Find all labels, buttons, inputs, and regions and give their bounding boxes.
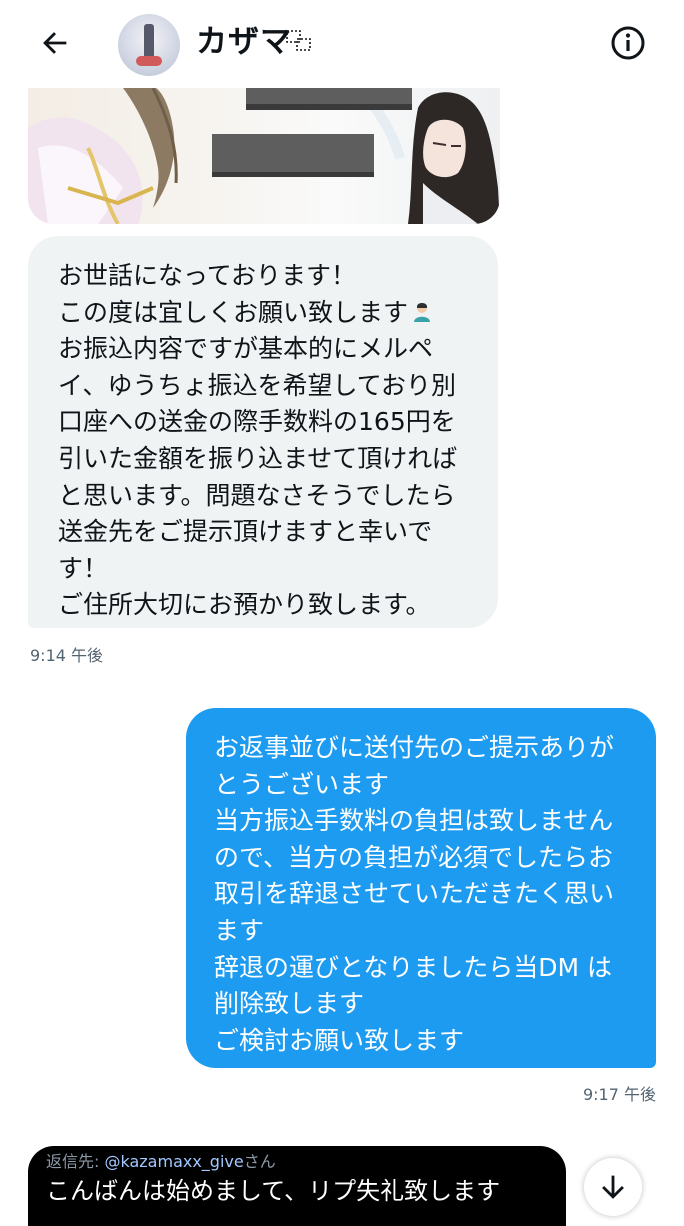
message-line: お世話になっております！ bbox=[58, 261, 357, 290]
outgoing-timestamp: 9:17 午後 bbox=[582, 1085, 656, 1104]
scroll-to-bottom-button[interactable] bbox=[584, 1158, 642, 1216]
incoming-message-text: お世話になっております！ この度は宜しくお願い致します お振込内容ですが基本的に… bbox=[58, 258, 476, 624]
conversation-header: カザマ bbox=[0, 0, 684, 88]
message-line: 口座への送金の際手数料の165円を bbox=[58, 407, 456, 437]
page-title[interactable]: カザマ bbox=[196, 22, 292, 62]
avatar-accent bbox=[136, 56, 162, 66]
message-line: とうございます bbox=[214, 769, 390, 799]
outgoing-message-bubble[interactable]: お返事並びに送付先のご提示ありが とうございます 当方振込手数料の負担は致しませ… bbox=[186, 708, 656, 1068]
message-line: イ、ゆうちょ振込を希望しており別 bbox=[58, 370, 457, 400]
reply-preview-text: こんばんは始めまして、リプ失礼致します bbox=[46, 1177, 501, 1205]
message-line: お返事並びに送付先のご提示ありが bbox=[214, 733, 615, 762]
message-line: 送金先をご提示頂けますと幸いで bbox=[58, 517, 433, 547]
arrow-left-icon bbox=[43, 32, 67, 54]
avatar[interactable] bbox=[118, 14, 180, 76]
reply-preview-card[interactable]: 返信先: @kazamaxx_giveさん こんばんは始めまして、リプ失礼致しま… bbox=[28, 1146, 566, 1226]
message-line: ご検討お願い致します bbox=[214, 1025, 465, 1055]
reply-to-label: 返信先: @kazamaxx_giveさん bbox=[46, 1152, 276, 1171]
message-line: す！ bbox=[58, 553, 109, 583]
message-line: 削除致します bbox=[214, 989, 365, 1019]
message-line: 取引を辞退させていただきたく思い bbox=[214, 879, 615, 909]
incoming-timestamp: 9:14 午後 bbox=[30, 646, 104, 665]
shared-image[interactable] bbox=[28, 88, 500, 224]
reply-handle-link[interactable]: @kazamaxx_give bbox=[104, 1152, 243, 1171]
message-line: ご住所大切にお預かり致します。 bbox=[58, 590, 431, 620]
anime-illustration bbox=[28, 88, 500, 224]
arrow-down-icon bbox=[602, 1175, 624, 1199]
message-line: ます bbox=[214, 915, 265, 945]
incoming-message-bubble[interactable]: お世話になっております！ この度は宜しくお願い致します お振込内容ですが基本的に… bbox=[28, 236, 498, 628]
message-line: 辞退の運びとなりましたら当DM は bbox=[214, 952, 613, 982]
message-line-with-emoji: この度は宜しくお願い致します bbox=[58, 295, 476, 332]
person-bowing-emoji-icon bbox=[414, 302, 431, 322]
back-button[interactable] bbox=[30, 18, 80, 68]
message-line: ので、当方の負担が必須でしたらお bbox=[214, 842, 614, 872]
message-line: お振込内容ですが基本的にメルペ bbox=[58, 334, 434, 364]
message-line: 当方振込手数料の負担は致しません bbox=[214, 806, 614, 836]
outgoing-message-text: お返事並びに送付先のご提示ありが とうございます 当方振込手数料の負担は致しませ… bbox=[214, 730, 636, 1059]
dotted-badge-icon bbox=[286, 30, 311, 51]
info-circle-icon[interactable] bbox=[604, 19, 652, 67]
message-line: 引いた金額を振り込ませて頂ければ bbox=[58, 443, 458, 473]
message-line: と思います。問題なさそうでしたら bbox=[58, 480, 456, 510]
